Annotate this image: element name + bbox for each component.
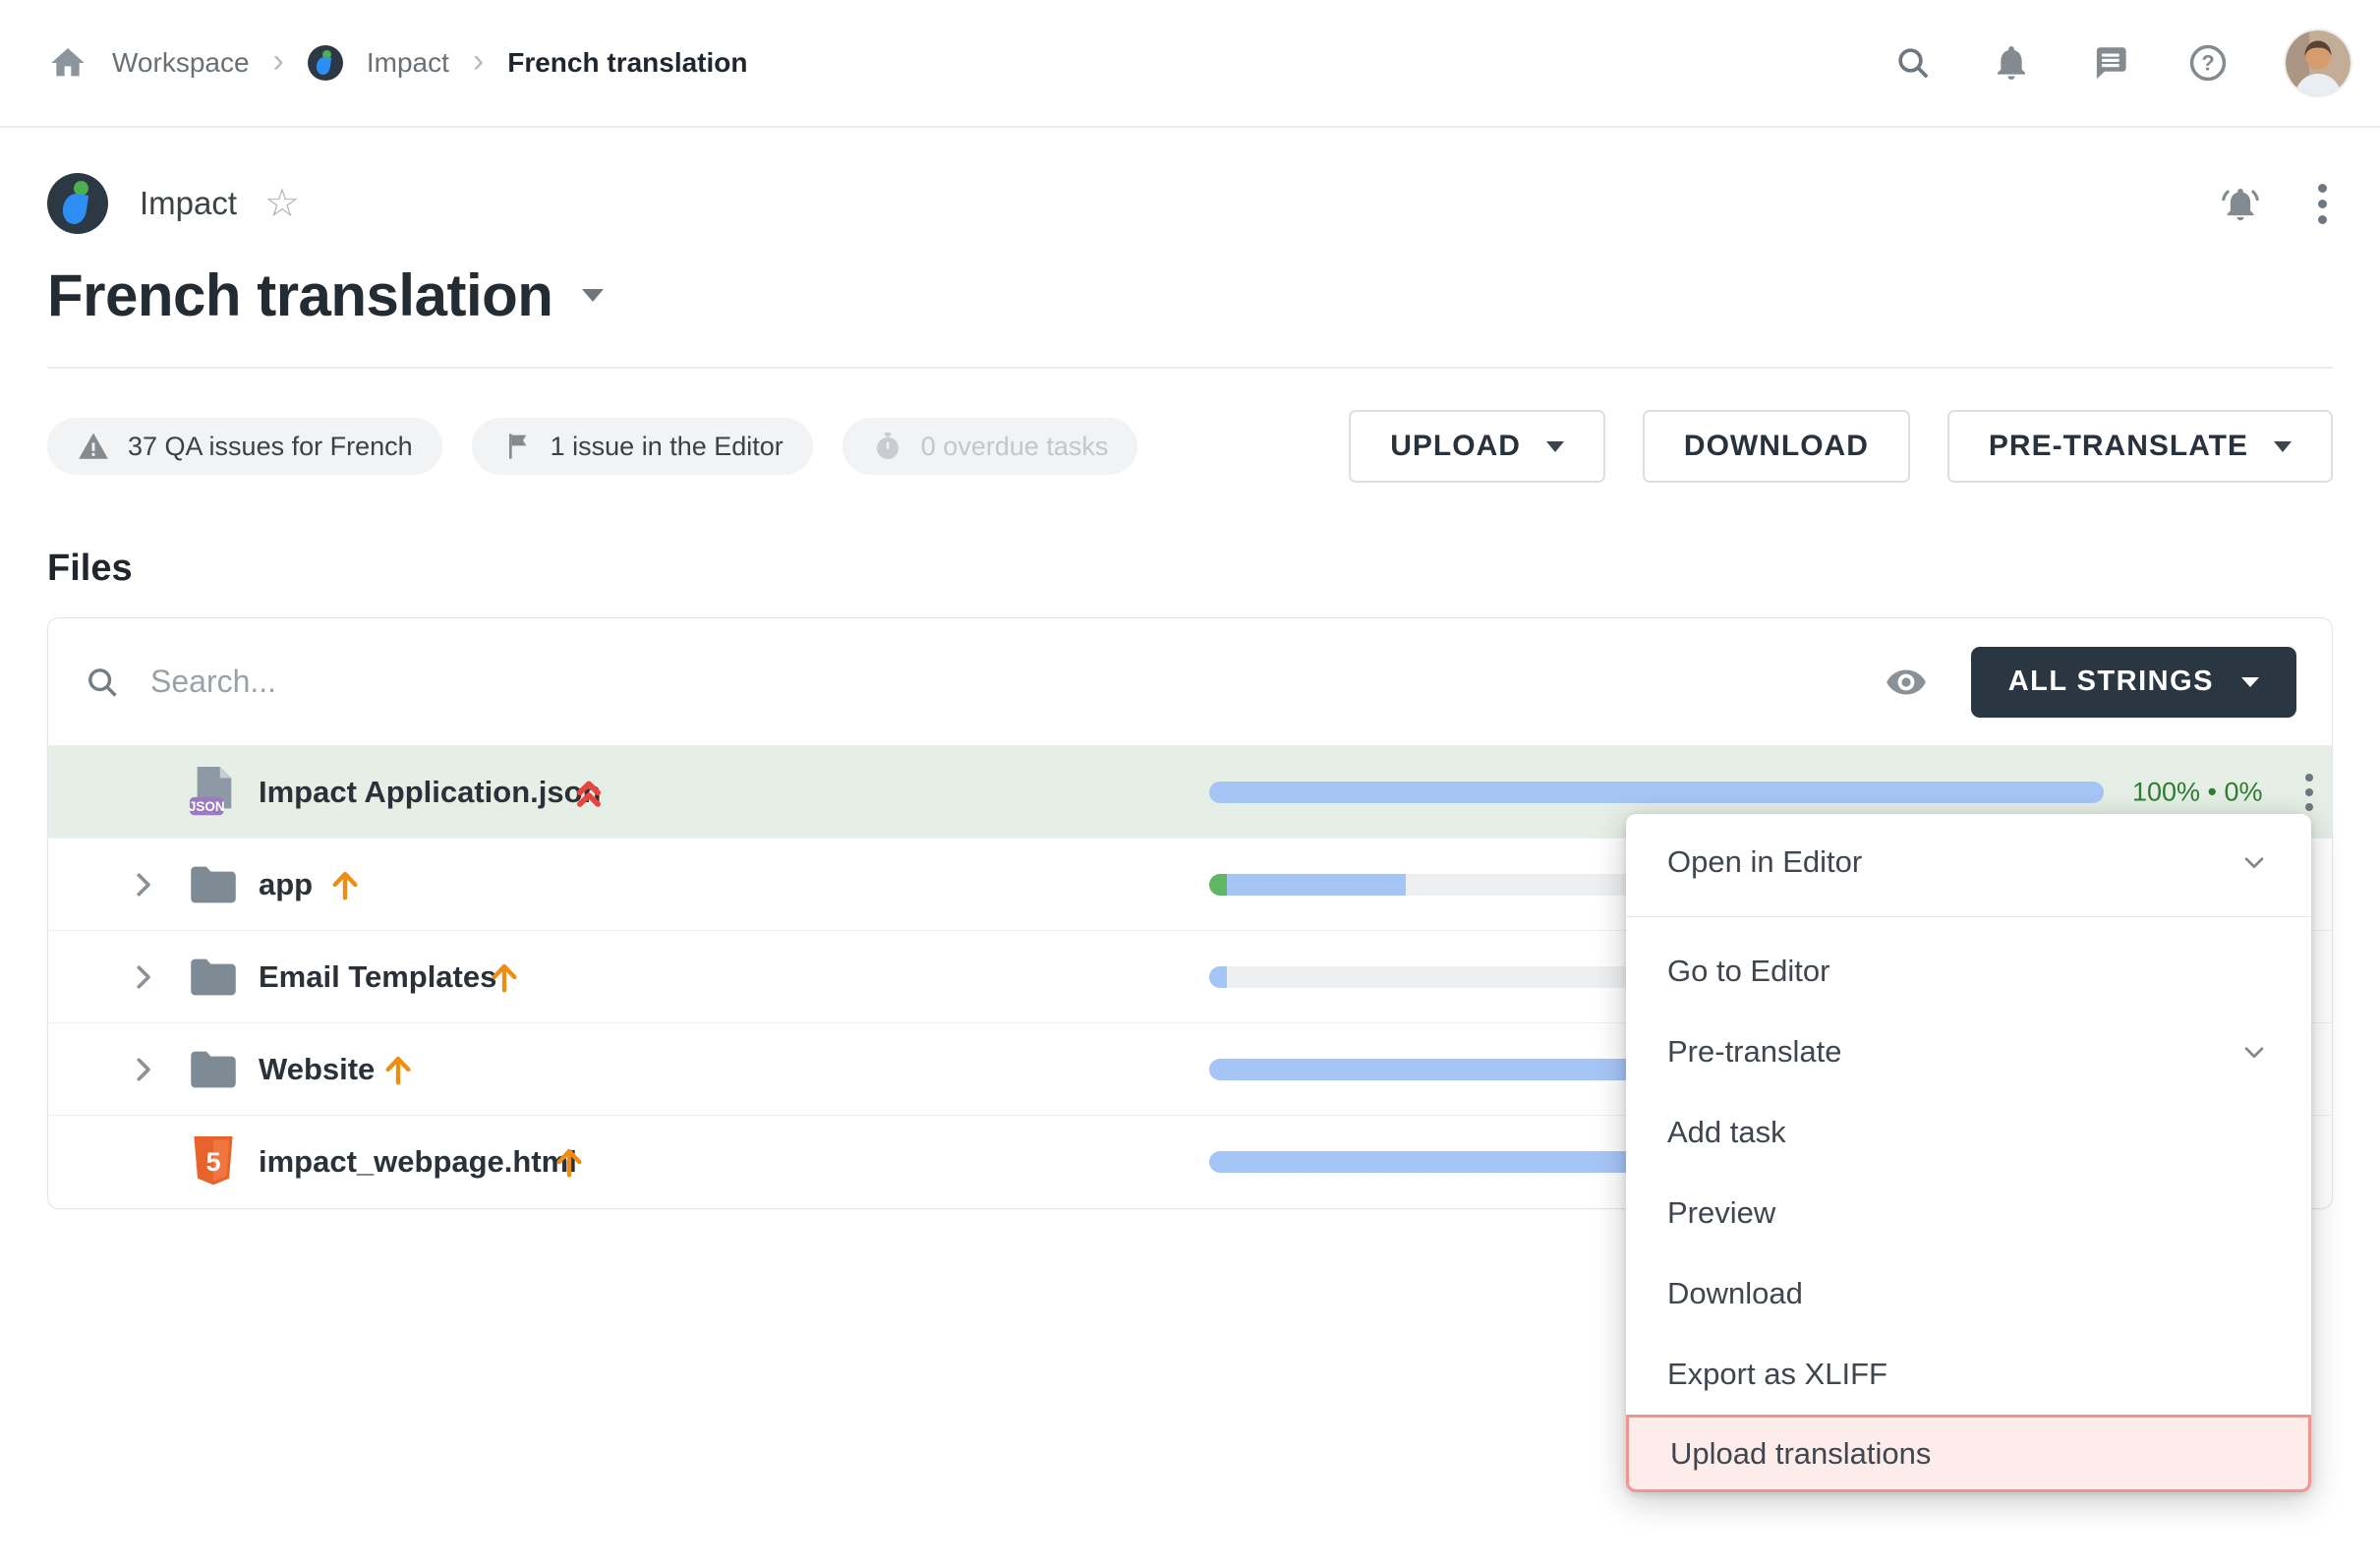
files-section-heading: Files (47, 548, 2333, 590)
project-logo-large (47, 173, 108, 234)
top-navigation-bar: Workspace › Impact › French translation … (0, 0, 2380, 128)
chevron-down-icon (2238, 1036, 2270, 1068)
divider (47, 367, 2333, 369)
chat-icon[interactable] (2089, 42, 2130, 84)
upload-button[interactable]: UPLOAD (1349, 410, 1605, 483)
upload-arrow-icon (485, 957, 524, 997)
page-title: French translation (47, 261, 552, 329)
project-logo[interactable] (308, 45, 343, 81)
warning-icon (77, 430, 110, 463)
project-name: Impact (140, 185, 237, 222)
row-more-options-kebab[interactable] (2299, 768, 2319, 817)
folder-icon (188, 950, 239, 1005)
star-favorite-icon[interactable]: ☆ (264, 184, 300, 223)
notifications-bell-icon[interactable] (1991, 42, 2032, 84)
menu-item-pre-translate[interactable]: Pre-translate (1626, 1012, 2311, 1092)
title-dropdown-caret-icon[interactable] (582, 289, 604, 302)
qa-issues-chip[interactable]: 37 QA issues for French (47, 418, 442, 475)
json-file-icon: JSON (188, 765, 239, 820)
user-avatar[interactable] (2286, 30, 2351, 95)
svg-text:JSON: JSON (189, 798, 225, 813)
priority-high-icon (569, 773, 609, 812)
folder-name: Website (259, 1052, 375, 1087)
toggle-visibility-eye-icon[interactable] (1885, 661, 1928, 704)
breadcrumb-workspace[interactable]: Workspace (112, 47, 250, 79)
folder-icon (188, 1042, 239, 1097)
chevron-down-icon (1546, 441, 1564, 452)
progress-stats: 100% • 0% (2132, 777, 2263, 807)
menu-item-export-as-xliff[interactable]: Export as XLIFF (1626, 1334, 2311, 1415)
status-chips: 37 QA issues for French 1 issue in the E… (47, 418, 1137, 475)
pre-translate-button[interactable]: PRE-TRANSLATE (1947, 410, 2333, 483)
svg-text:?: ? (2201, 51, 2214, 76)
files-search-row: ALL STRINGS (48, 618, 2332, 746)
home-icon[interactable] (47, 42, 88, 84)
topbar-actions: ? (1892, 30, 2351, 95)
breadcrumb: Workspace › Impact › French translation (47, 42, 748, 84)
stopwatch-icon (872, 431, 903, 462)
menu-item-add-task[interactable]: Add task (1626, 1092, 2311, 1173)
flag-icon (501, 431, 533, 462)
svg-text:5: 5 (205, 1147, 220, 1177)
chevron-down-icon (2274, 441, 2292, 452)
folder-name: app (259, 867, 313, 902)
expand-chevron-icon[interactable] (125, 867, 160, 902)
menu-divider (1626, 916, 2311, 917)
upload-arrow-icon (550, 1142, 589, 1182)
menu-item-upload-translations[interactable]: Upload translations (1626, 1415, 2311, 1492)
breadcrumb-project[interactable]: Impact (367, 47, 449, 79)
html-file-icon: 5 (188, 1134, 239, 1189)
expand-chevron-icon[interactable] (125, 1052, 160, 1087)
action-buttons: UPLOAD DOWNLOAD PRE-TRANSLATE (1349, 410, 2333, 483)
expand-chevron-icon[interactable] (125, 959, 160, 995)
upload-arrow-icon (325, 865, 365, 904)
overdue-tasks-chip[interactable]: 0 overdue tasks (842, 418, 1138, 475)
breadcrumb-current-page: French translation (507, 47, 747, 79)
progress-bar (1209, 782, 2104, 803)
chevron-down-icon (2238, 846, 2270, 878)
chevron-down-icon (2241, 677, 2259, 687)
editor-issues-chip[interactable]: 1 issue in the Editor (472, 418, 813, 475)
file-name: impact_webpage.html (259, 1144, 577, 1180)
chevron-right-icon: › (273, 42, 284, 81)
project-toolbar: 37 QA issues for French 1 issue in the E… (47, 410, 2333, 483)
folder-icon (188, 857, 239, 912)
chevron-right-icon: › (473, 42, 484, 81)
menu-item-open-in-editor[interactable]: Open in Editor (1626, 822, 2311, 902)
search-icon (84, 664, 121, 701)
menu-item-preview[interactable]: Preview (1626, 1173, 2311, 1253)
project-more-options-kebab[interactable] (2312, 178, 2333, 230)
files-search-input[interactable] (150, 664, 1885, 700)
menu-item-download[interactable]: Download (1626, 1253, 2311, 1334)
download-button[interactable]: DOWNLOAD (1643, 410, 1910, 483)
strings-filter-button[interactable]: ALL STRINGS (1971, 647, 2296, 718)
file-context-menu: Open in Editor Go to Editor Pre-translat… (1626, 814, 2311, 1492)
file-name: Impact Application.json (259, 775, 602, 810)
upload-arrow-icon (378, 1050, 418, 1089)
folder-name: Email Templates (259, 959, 496, 995)
search-icon[interactable] (1892, 42, 1934, 84)
project-header: Impact ☆ (47, 173, 2333, 234)
notification-settings-bell-icon[interactable] (2220, 183, 2261, 224)
menu-item-go-to-editor[interactable]: Go to Editor (1626, 931, 2311, 1012)
help-icon[interactable]: ? (2187, 42, 2229, 84)
